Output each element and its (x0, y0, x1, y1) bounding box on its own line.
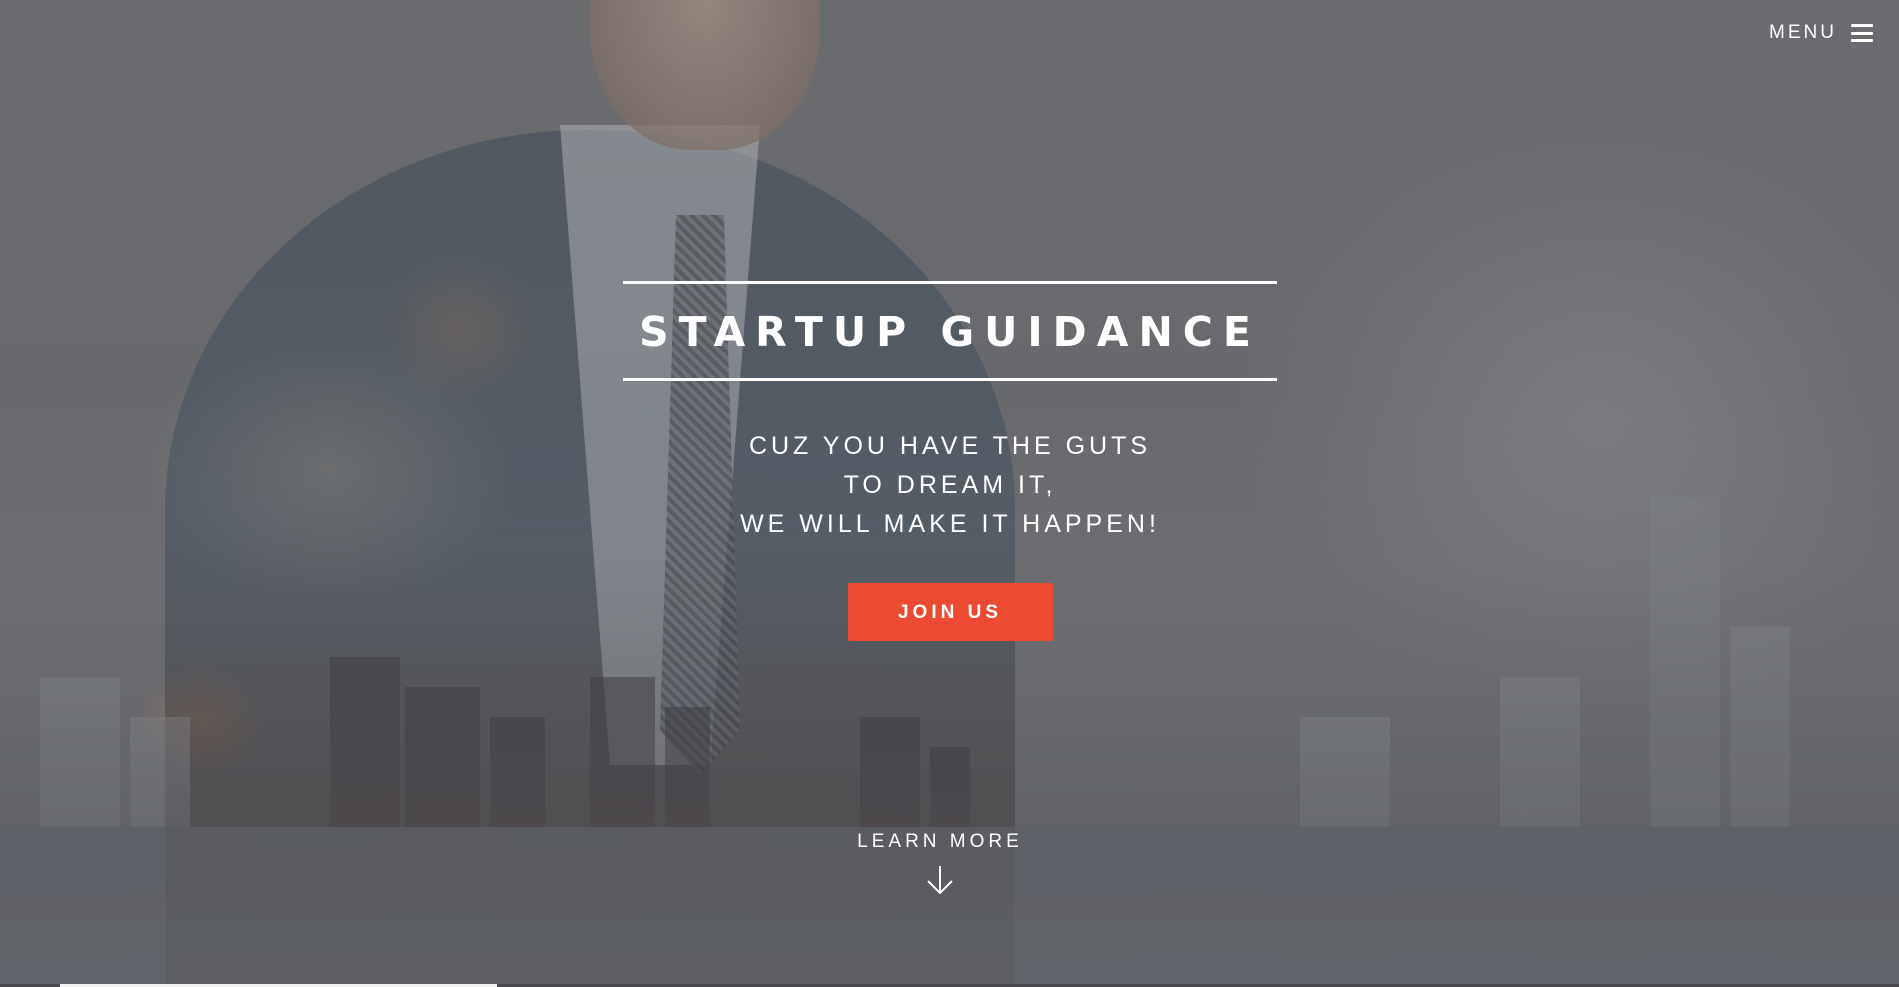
page-title: STARTUP GUIDANCE (639, 308, 1261, 356)
hero-section: MENU STARTUP GUIDANCE CUZ YOU HAVE THE G… (0, 0, 1899, 987)
hero-content: STARTUP GUIDANCE CUZ YOU HAVE THE GUTS T… (623, 281, 1277, 641)
tagline-line: WE WILL MAKE IT HAPPEN! (740, 510, 1160, 538)
tagline-line: CUZ YOU HAVE THE GUTS (748, 432, 1152, 460)
learn-more-label: LEARN MORE (857, 831, 1023, 852)
title-bottom-rule (623, 378, 1277, 381)
hamburger-icon[interactable] (1851, 24, 1873, 42)
learn-more-link[interactable]: LEARN MORE (840, 831, 1040, 897)
arrow-down-icon[interactable] (923, 863, 957, 897)
menu-button[interactable]: MENU (1769, 22, 1873, 44)
menu-label: MENU (1769, 22, 1837, 43)
hero-tagline: CUZ YOU HAVE THE GUTS TO DREAM IT, WE WI… (623, 427, 1277, 544)
join-us-button[interactable]: JOIN US (847, 583, 1053, 641)
tagline-line: TO DREAM IT, (843, 471, 1057, 499)
